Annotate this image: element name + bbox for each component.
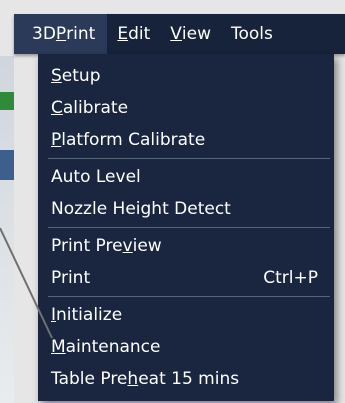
label-rest: etup (61, 66, 101, 86)
menu-item-setup[interactable]: Setup (38, 60, 334, 92)
menu-item-nozzle-height-detect[interactable]: Nozzle Height Detect (38, 193, 334, 225)
menu-separator (48, 227, 330, 228)
background-app-blue-strip (0, 150, 14, 180)
menubar-view[interactable]: View (160, 14, 221, 54)
mnemonic-h: h (127, 369, 139, 389)
menubar-tools[interactable]: Tools (221, 14, 283, 54)
menu-item-platform-calibrate-label: Platform Calibrate (51, 130, 205, 150)
menu-item-setup-label: Setup (51, 66, 101, 86)
menubar-3d-print[interactable]: 3D Print (14, 14, 108, 54)
menubar-3d-print-post: rint (66, 24, 96, 44)
label-rest: eat 15 mins (138, 369, 240, 389)
mnemonic-v: v (122, 236, 133, 256)
menubar-edit-mnemonic: E (117, 24, 129, 44)
menu-item-print-label: Print (51, 268, 91, 288)
menu-item-print-preview-label: Print Preview (51, 236, 162, 256)
menu-item-auto-level-label: Auto Level (51, 167, 141, 187)
menubar-edit[interactable]: Edit (107, 14, 160, 54)
menu-item-calibrate-label: Calibrate (51, 98, 128, 118)
mnemonic-p: P (51, 130, 62, 150)
label-rest: alibrate (62, 98, 129, 118)
mnemonic-c: C (51, 98, 63, 118)
menu-item-nozzle-height-detect-label: Nozzle Height Detect (51, 199, 231, 219)
menu-item-platform-calibrate[interactable]: Platform Calibrate (38, 124, 334, 156)
menu-item-maintenance[interactable]: Maintenance (38, 331, 334, 363)
label-rest: latform Calibrate (61, 130, 206, 150)
menu-item-calibrate[interactable]: Calibrate (38, 92, 334, 124)
menu-item-table-preheat[interactable]: Table Preheat 15 mins (38, 363, 334, 395)
label-rest: iew (132, 236, 162, 256)
menu-item-initialize[interactable]: Initialize (38, 299, 334, 331)
menu-item-auto-level[interactable]: Auto Level (38, 161, 334, 193)
menu-separator (48, 158, 330, 159)
background-app-green-strip (0, 92, 14, 110)
menubar-view-post: iew (181, 24, 211, 44)
menubar-3d-print-pre: 3D (32, 24, 56, 44)
screenshot-stage: 3D Print Edit View Tools Setup Calibrate… (0, 0, 345, 403)
label-pre: Print Pre (51, 236, 123, 256)
label-rest: aintenance (65, 337, 161, 357)
label-rest: nitialize (56, 305, 123, 325)
menubar-tools-label: Tools (231, 24, 273, 44)
menu-item-print[interactable]: Print Ctrl+P (38, 262, 334, 294)
mnemonic-s: S (51, 66, 62, 86)
dropdown-menu-3d-print: Setup Calibrate Platform Calibrate Auto … (38, 54, 334, 401)
menu-item-table-preheat-label: Table Preheat 15 mins (51, 369, 239, 389)
menu-item-maintenance-label: Maintenance (51, 337, 160, 357)
menu-item-print-shortcut: Ctrl+P (263, 268, 318, 288)
menubar: 3D Print Edit View Tools (14, 14, 345, 54)
label-pre: Table Pre (51, 369, 128, 389)
menu-separator (48, 296, 330, 297)
menubar-view-mnemonic: V (170, 24, 182, 44)
menu-item-initialize-label: Initialize (51, 305, 122, 325)
menubar-3d-print-mnemonic: P (55, 24, 67, 44)
mnemonic-m: M (51, 337, 66, 357)
menubar-edit-post: dit (128, 24, 151, 44)
menu-item-print-preview[interactable]: Print Preview (38, 230, 334, 262)
